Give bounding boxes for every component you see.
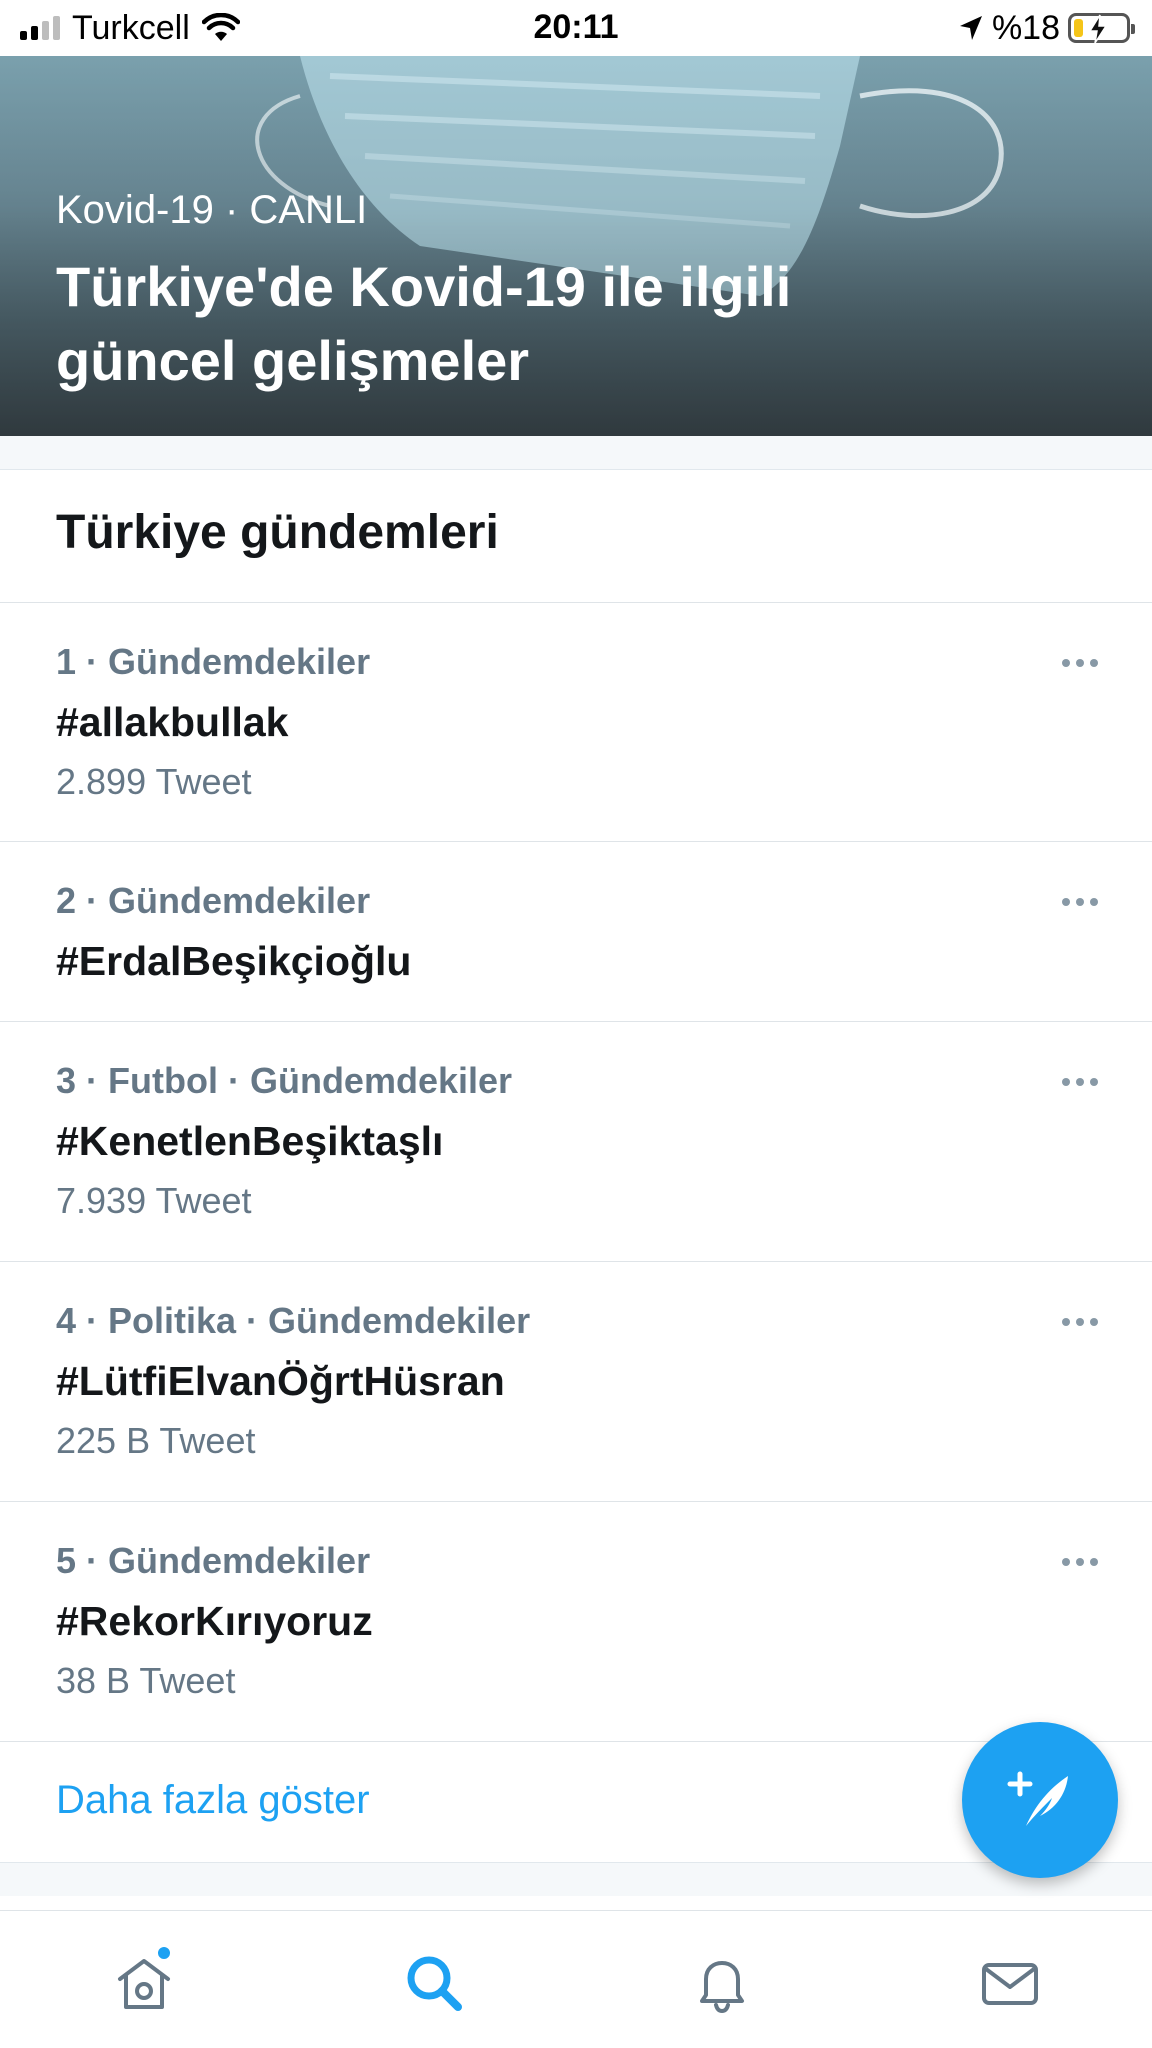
new-content-dot (156, 1945, 172, 1961)
notifications-icon (700, 1961, 744, 2014)
more-options-icon[interactable] (1062, 898, 1098, 906)
section-separator (0, 1862, 1152, 1896)
trend-meta: 4 · Politika · Gündemdekiler (56, 1300, 531, 1341)
charging-bolt-icon (1088, 14, 1108, 44)
messages-icon (982, 1963, 1038, 2005)
trend-item[interactable]: 3 · Futbol · Gündemdekiler #KenetlenBeşi… (0, 1022, 1152, 1262)
tab-home[interactable] (112, 1945, 176, 2015)
more-options-icon[interactable] (1062, 1558, 1098, 1566)
trend-item[interactable]: 5 · Gündemdekiler #RekorKırıyoruz 38 B T… (0, 1502, 1152, 1742)
trend-meta: 2 · Gündemdekiler (56, 880, 371, 921)
covid-hero-banner[interactable]: Kovid-19 · CANLI Türkiye'de Kovid-19 ile… (0, 56, 1152, 436)
trend-tweet-count: 7.939 Tweet (56, 1180, 252, 1221)
battery-icon (1068, 13, 1135, 44)
hero-title: Türkiye'de Kovid-19 ile ilgili güncel ge… (56, 255, 792, 392)
trend-meta: 1 · Gündemdekiler (56, 641, 371, 682)
trend-tweet-count: 225 B Tweet (56, 1420, 256, 1461)
tab-notifications[interactable] (690, 1951, 754, 2015)
trend-tweet-count: 38 B Tweet (56, 1660, 236, 1701)
tab-search[interactable] (402, 1951, 466, 2015)
trend-tweet-count: 2.899 Tweet (56, 761, 252, 802)
trend-item[interactable]: 4 · Politika · Gündemdekiler #LütfiElvan… (0, 1262, 1152, 1502)
tab-messages[interactable] (978, 1951, 1042, 2015)
section-separator (0, 436, 1152, 470)
bottom-tab-bar (0, 1910, 1152, 2048)
trend-item[interactable]: 2 · Gündemdekiler #ErdalBeşikçioğlu (0, 842, 1152, 1022)
trend-name: #allakbullak (56, 699, 289, 745)
compose-tweet-icon (1007, 1771, 1068, 1826)
hero-meta: Kovid-19 · CANLI (56, 188, 368, 232)
search-icon (407, 1956, 462, 2011)
compose-tweet-button[interactable] (962, 1722, 1118, 1878)
show-more-link[interactable]: Daha fazla göster (56, 1778, 370, 1823)
more-options-icon[interactable] (1062, 659, 1098, 667)
trend-name: #LütfiElvanÖğrtHüsran (56, 1358, 505, 1404)
trend-item[interactable]: 1 · Gündemdekiler #allakbullak 2.899 Twe… (0, 603, 1152, 842)
status-right: %18 (958, 8, 1135, 48)
trend-name: #ErdalBeşikçioğlu (56, 938, 412, 984)
section-title: Türkiye gündemleri (56, 506, 499, 559)
trend-name: #RekorKırıyoruz (56, 1598, 373, 1644)
trend-name: #KenetlenBeşiktaşlı (56, 1118, 444, 1164)
trend-meta: 5 · Gündemdekiler (56, 1540, 371, 1581)
location-arrow-icon (959, 16, 982, 40)
battery-percentage: %18 (991, 8, 1060, 47)
status-bar: Turkcell 20:11 %18 (0, 0, 1152, 56)
more-options-icon[interactable] (1062, 1078, 1098, 1086)
trend-meta: 3 · Futbol · Gündemdekiler (56, 1060, 513, 1101)
more-options-icon[interactable] (1062, 1318, 1098, 1326)
